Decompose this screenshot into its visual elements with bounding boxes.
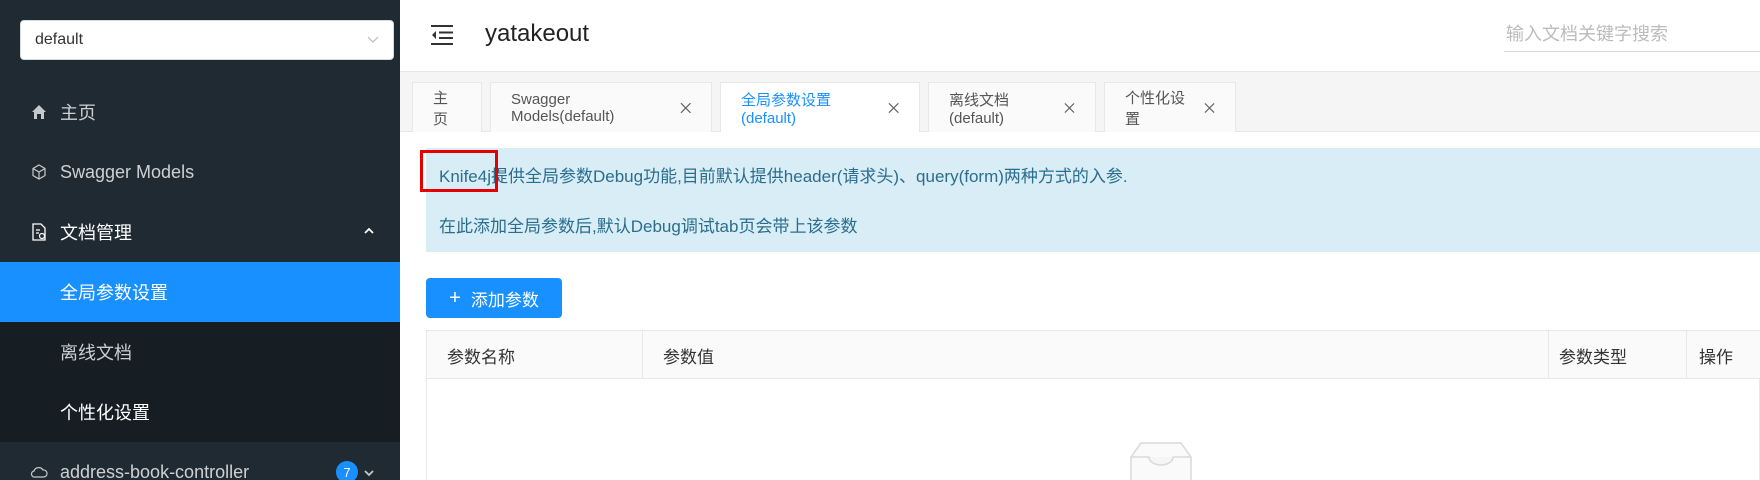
sidebar-item-home[interactable]: 主页 xyxy=(0,82,400,142)
close-icon[interactable] xyxy=(888,102,899,114)
tab-label: 主页 xyxy=(433,89,449,128)
app-title: yatakeout xyxy=(485,20,590,47)
sidebar-item-doc-management[interactable]: 文档管理 xyxy=(0,202,400,262)
main-content: Knife4j提供全局参数Debug功能,目前默认提供header(请求头)、q… xyxy=(400,132,1760,480)
chevron-down-icon xyxy=(367,36,379,43)
count-badge: 7 xyxy=(336,461,358,480)
alert-text: 在此添加全局参数后,默认Debug调试tab页会带上该参数 xyxy=(439,217,858,236)
tab-label: 全局参数设置(default) xyxy=(741,92,832,127)
tab-personalization[interactable]: 个性化设置 xyxy=(1104,82,1236,132)
close-icon[interactable] xyxy=(680,102,691,114)
tab-swagger-models[interactable]: Swagger Models(default) xyxy=(490,82,712,132)
params-table: 参数名称 参数值 参数类型 操作 xyxy=(426,330,1760,480)
group-select[interactable]: default xyxy=(20,20,394,60)
tab-global-params[interactable]: 全局参数设置(default) xyxy=(720,82,920,133)
sidebar-item-label: 全局参数设置 xyxy=(60,283,168,303)
column-header: 参数值 xyxy=(643,331,1549,379)
column-header: 参数类型 xyxy=(1549,331,1687,379)
sidebar-item-label: Swagger Models xyxy=(60,161,195,182)
highlight-box xyxy=(420,150,498,192)
sidebar-item-offline-docs[interactable]: 离线文档 xyxy=(0,322,400,382)
column-header: 参数名称 xyxy=(427,331,643,379)
close-icon[interactable] xyxy=(1064,102,1075,114)
sidebar-item-label: 文档管理 xyxy=(60,223,132,243)
alert-text: Knife4j提供全局参数Debug功能,目前默认提供header(请求头)、q… xyxy=(439,167,1128,186)
add-param-label: 添加参数 xyxy=(470,290,539,310)
header: yatakeout 输入文档关键字搜索 xyxy=(400,0,1760,72)
app-root: default 主页 Swagger Models 文档管理 全局参数设置 离线… xyxy=(0,0,1760,480)
sidebar-item-label: 主页 xyxy=(60,103,96,123)
sidebar-item-personalization[interactable]: 个性化设置 xyxy=(0,382,400,442)
tab-label: 离线文档(default) xyxy=(949,91,1010,127)
document-gear-icon xyxy=(30,223,48,241)
close-icon[interactable] xyxy=(1204,102,1215,114)
column-header: 操作 xyxy=(1699,347,1733,367)
sidebar: default 主页 Swagger Models 文档管理 全局参数设置 离线… xyxy=(0,0,400,480)
cube-icon xyxy=(30,163,48,181)
tab-label: 个性化设置 xyxy=(1125,89,1186,128)
menu-fold-icon[interactable] xyxy=(430,24,454,46)
info-alert: Knife4j提供全局参数Debug功能,目前默认提供header(请求头)、q… xyxy=(426,148,1760,252)
sidebar-item-global-params[interactable]: 全局参数设置 xyxy=(0,262,400,322)
sidebar-item-label: 离线文档 xyxy=(60,343,132,363)
search-input[interactable]: 输入文档关键字搜索 xyxy=(1504,20,1760,52)
group-select-value: default xyxy=(35,31,84,48)
sidebar-item-swagger-models[interactable]: Swagger Models xyxy=(0,142,400,202)
tab-offline-docs[interactable]: 离线文档(default) xyxy=(928,82,1096,132)
sidebar-item-label: address-book-controller xyxy=(60,461,250,480)
sidebar-item-label: 个性化设置 xyxy=(60,403,150,423)
tab-home[interactable]: 主页 xyxy=(412,82,482,132)
cloud-icon xyxy=(30,463,48,480)
empty-box-icon xyxy=(1130,442,1192,480)
plus-icon: + xyxy=(449,287,461,309)
chevron-up-icon xyxy=(364,227,374,234)
tab-bar: 主页 Swagger Models(default) 全局参数设置(defaul… xyxy=(400,72,1760,133)
add-param-button[interactable]: + 添加参数 xyxy=(426,278,562,318)
tab-label: Swagger Models(default) xyxy=(511,90,615,125)
table-header: 参数名称 参数值 参数类型 操作 xyxy=(427,331,1760,379)
home-icon xyxy=(30,103,48,121)
chevron-down-icon xyxy=(364,470,374,477)
